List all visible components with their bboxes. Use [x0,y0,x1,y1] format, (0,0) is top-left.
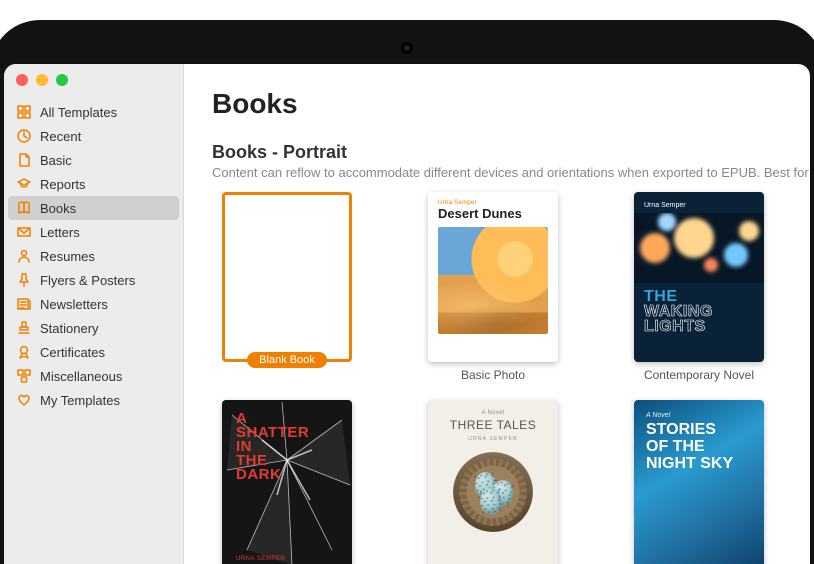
pin-icon [16,272,32,288]
sidebar-item-label: Books [40,201,76,216]
template-thumb-contemporary-novel: Urna Semper THEWAKINGLIGHTS [634,192,764,362]
sidebar-item-letters[interactable]: Letters [4,220,183,244]
heart-icon [16,392,32,408]
sidebar-item-stationery[interactable]: Stationery [4,316,183,340]
sidebar-item-miscellaneous[interactable]: Miscellaneous [4,364,183,388]
page-icon [16,152,32,168]
desert-image [438,227,548,334]
thumb-title: THREE TALES [450,418,536,432]
nest-image [453,452,533,532]
sidebar-list: All Templates Recent Basic Reports Books Lett… [4,96,183,416]
template-contemporary-novel[interactable]: Urna Semper THEWAKINGLIGHTS Contemporary… [624,192,774,382]
template-label: Basic Photo [461,368,525,382]
sidebar-item-label: Recent [40,129,81,144]
ribbon-icon [16,344,32,360]
thumb-subtitle: A Novel [482,410,505,416]
template-night-sky[interactable]: A Novel STORIES OF THE NIGHT SKY [624,400,774,564]
bokeh-image [634,213,764,283]
sidebar-item-my-templates[interactable]: My Templates [4,388,183,412]
sidebar-item-recent[interactable]: Recent [4,124,183,148]
window-controls [4,64,183,96]
main-panel: Books Books - Portrait Content can reflo… [184,64,810,564]
sidebar-item-label: Reports [40,177,86,192]
thumb-title: Desert Dunes [428,206,558,227]
thumb-subtitle: A Novel [646,412,752,419]
sidebar-item-books[interactable]: Books [8,196,179,220]
template-thumb-night-sky: A Novel STORIES OF THE NIGHT SKY [634,400,764,564]
template-thumb-basic-photo: Urna Semper Desert Dunes [428,192,558,362]
thumb-author: Urna Semper [634,192,764,213]
gradcap-icon [16,176,32,192]
clock-icon [16,128,32,144]
template-thumb-shatter: A SHATTER IN THE DARK URNA SEMPER [222,400,352,564]
template-thumb-three-tales: A Novel THREE TALES URNA SEMPER [428,400,558,564]
app-window: All Templates Recent Basic Reports Books Lett… [4,64,810,564]
template-label: Contemporary Novel [644,368,754,382]
camera-notch [401,42,413,54]
section-title: Books - Portrait [212,142,782,163]
sidebar-item-label: Basic [40,153,72,168]
template-grid: Blank Book Urna Semper Desert Dunes Basi… [212,192,782,564]
person-icon [16,248,32,264]
page-title: Books [212,88,782,120]
sidebar-item-reports[interactable]: Reports [4,172,183,196]
minimize-dot-icon[interactable] [36,74,48,86]
thumb-title: STORIES OF THE NIGHT SKY [646,421,752,472]
sidebar-item-label: Letters [40,225,80,240]
zoom-dot-icon[interactable] [56,74,68,86]
thumb-title: A SHATTER IN THE DARK [222,400,352,482]
sidebar-item-flyers-posters[interactable]: Flyers & Posters [4,268,183,292]
sidebar-item-label: My Templates [40,393,120,408]
sidebar-item-label: Flyers & Posters [40,273,135,288]
sidebar-item-all-templates[interactable]: All Templates [4,100,183,124]
device-frame: All Templates Recent Basic Reports Books Lett… [0,20,814,564]
close-dot-icon[interactable] [16,74,28,86]
grid-icon [16,104,32,120]
sidebar-item-label: Stationery [40,321,99,336]
template-blank-book[interactable]: Blank Book [212,192,362,382]
template-label: Blank Book [247,352,327,368]
template-thumb-blank [222,192,352,362]
thumb-author: URNA SEMPER [236,556,285,562]
template-three-tales[interactable]: A Novel THREE TALES URNA SEMPER [418,400,568,564]
envelope-icon [16,224,32,240]
thumb-author: URNA SEMPER [468,436,518,442]
news-icon [16,296,32,312]
boxes-icon [16,368,32,384]
template-basic-photo[interactable]: Urna Semper Desert Dunes Basic Photo [418,192,568,382]
sidebar-item-label: Miscellaneous [40,369,122,384]
sidebar-item-label: Resumes [40,249,95,264]
sidebar-item-label: Newsletters [40,297,108,312]
thumb-author: Urna Semper [428,192,558,206]
stamp-icon [16,320,32,336]
thumb-title: THEWAKINGLIGHTS [634,283,764,334]
template-shatter[interactable]: A SHATTER IN THE DARK URNA SEMPER [212,400,362,564]
sidebar-item-label: Certificates [40,345,105,360]
sidebar-item-certificates[interactable]: Certificates [4,340,183,364]
sidebar-item-newsletters[interactable]: Newsletters [4,292,183,316]
sidebar: All Templates Recent Basic Reports Books Lett… [4,64,184,564]
book-icon [16,200,32,216]
section-description: Content can reflow to accommodate differ… [212,165,782,180]
sidebar-item-resumes[interactable]: Resumes [4,244,183,268]
sidebar-item-label: All Templates [40,105,117,120]
sidebar-item-basic[interactable]: Basic [4,148,183,172]
